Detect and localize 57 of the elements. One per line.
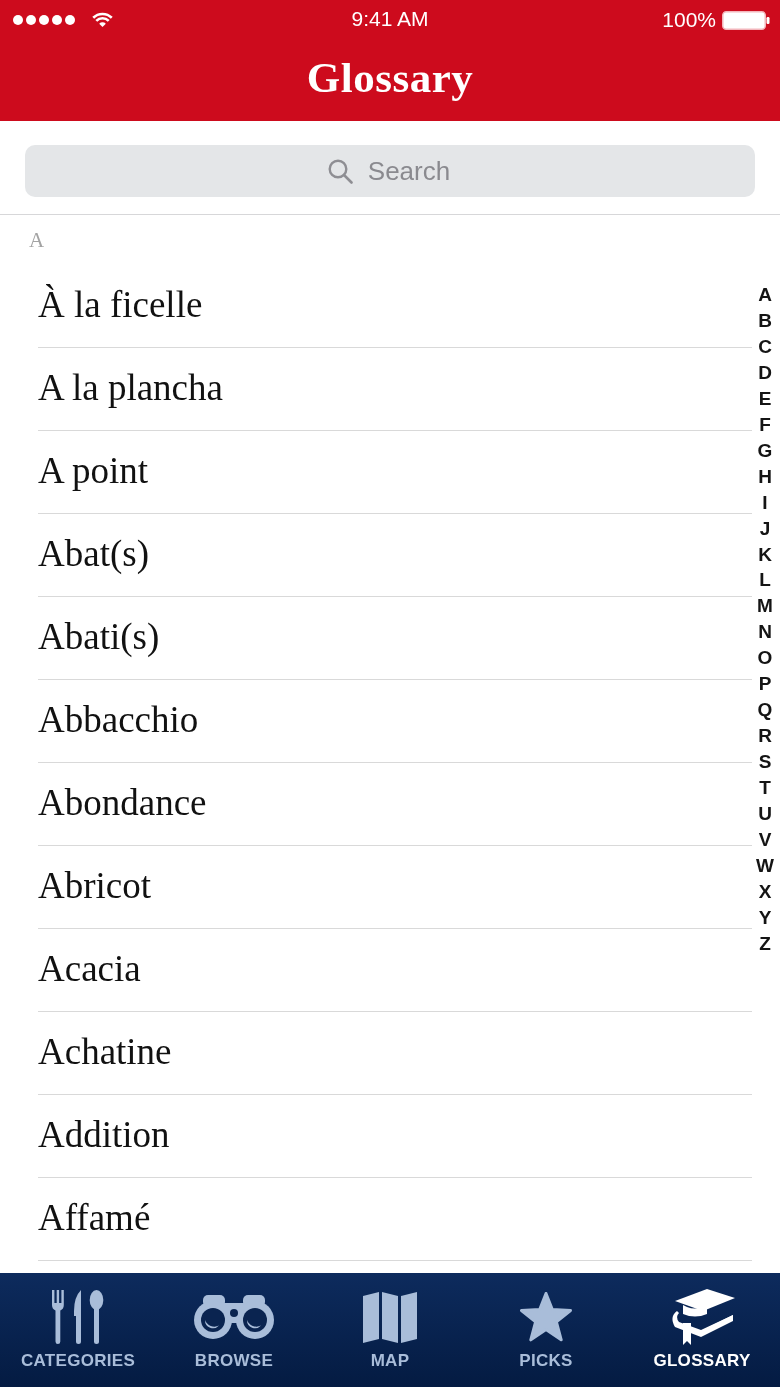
index-letter[interactable]: X (758, 878, 772, 905)
book-cap-icon (669, 1289, 735, 1345)
binoculars-icon (194, 1295, 274, 1339)
index-letter[interactable]: D (758, 359, 772, 386)
glossary-item[interactable]: Abati(s) (38, 597, 752, 680)
glossary-item[interactable]: A point (38, 431, 752, 514)
index-letter[interactable]: R (758, 723, 772, 750)
tab-button[interactable]: PICKS (468, 1273, 624, 1387)
status-time: 9:41 AM (351, 7, 429, 31)
glossary-item[interactable]: Achatine (38, 1012, 752, 1095)
glossary-item[interactable]: Abbacchio (38, 680, 752, 763)
cutlery-icon (52, 1290, 104, 1344)
glossary-item[interactable]: Acacia (38, 929, 752, 1012)
screen-title: Glossary (306, 53, 474, 102)
index-letter[interactable]: P (758, 671, 772, 698)
index-letter[interactable]: F (759, 411, 771, 438)
index-letter[interactable]: Y (758, 904, 772, 931)
search-icon (328, 159, 353, 184)
index-letter[interactable]: H (758, 463, 772, 490)
index-letter[interactable]: L (759, 567, 771, 594)
tab-button[interactable]: MAP (312, 1273, 468, 1387)
tab-button[interactable]: GLOSSARY (624, 1273, 780, 1387)
index-letter[interactable]: W (756, 852, 774, 879)
index-letter[interactable]: C (758, 333, 772, 360)
index-letter[interactable]: M (757, 593, 773, 620)
section-header: A (29, 227, 45, 253)
index-letter[interactable]: I (762, 489, 768, 516)
wifi-icon (92, 11, 113, 29)
search-field[interactable]: Search (25, 145, 755, 197)
index-letter[interactable]: V (758, 827, 772, 853)
glossary-item[interactable]: A la plancha (38, 348, 752, 431)
glossary-item[interactable]: Addition (38, 1095, 752, 1178)
map-icon (363, 1291, 417, 1343)
glossary-item[interactable]: Abat(s) (38, 514, 752, 597)
index-letter[interactable]: G (757, 437, 773, 464)
index-letter[interactable]: E (758, 385, 772, 412)
battery-icon (722, 10, 770, 30)
glossary-item[interactable]: Abricot (38, 846, 752, 929)
index-letter[interactable]: S (758, 749, 772, 776)
index-letter[interactable]: Z (759, 930, 771, 957)
index-letter[interactable]: B (758, 307, 772, 334)
glossary-item[interactable]: Abondance (38, 763, 752, 846)
index-letter[interactable]: K (758, 541, 772, 568)
glossary-item[interactable]: À la ficelle (38, 265, 752, 348)
battery-percent: 100% (662, 8, 716, 32)
index-letter[interactable]: T (759, 775, 771, 802)
index-letter[interactable]: N (758, 619, 772, 646)
index-letter[interactable]: J (759, 515, 771, 542)
tab-button[interactable]: BROWSE (156, 1273, 312, 1387)
signal-icon (13, 15, 75, 25)
star-icon (520, 1292, 572, 1342)
index-letter[interactable]: Q (757, 697, 773, 724)
index-letter[interactable]: U (758, 801, 772, 827)
index-letter[interactable]: O (757, 645, 773, 672)
tab-button[interactable]: CATEGORIES (0, 1273, 156, 1387)
index-letter[interactable]: A (758, 282, 772, 308)
glossary-item[interactable]: Affamé (38, 1178, 752, 1261)
